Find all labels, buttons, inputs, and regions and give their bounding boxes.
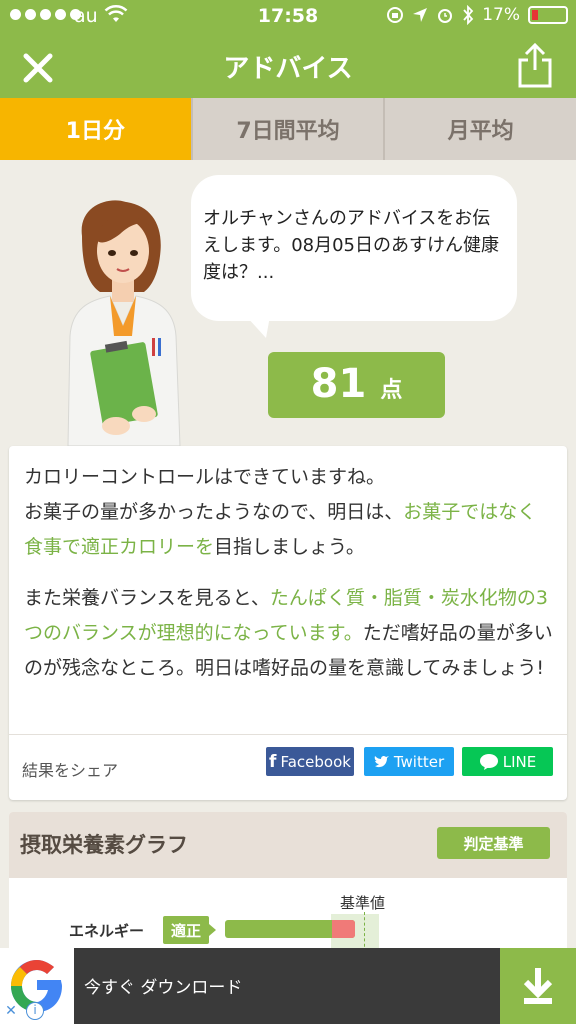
rotation-lock-icon <box>387 7 404 23</box>
ad-text: 今すぐ ダウンロード <box>84 978 243 998</box>
line-chat-icon <box>479 753 498 770</box>
bubble-text: オルチャンさんのアドバイスをお伝えします。08月05日のあすけん健康度は？... <box>203 208 500 283</box>
advice-card: カロリーコントロールはできていますね。 お菓子の量が多かったようなので、明日は、… <box>9 446 567 800</box>
download-icon <box>523 968 553 1004</box>
advice-line: お菓子の量が多かったようなので、明日は、 <box>24 501 404 523</box>
battery-icon <box>528 6 568 24</box>
advisor-illustration <box>67 200 181 446</box>
ad-close-icon[interactable]: ✕ <box>2 1002 20 1020</box>
score-value: 81 <box>310 361 367 407</box>
ad-info-icon[interactable]: i <box>26 1002 44 1020</box>
ad-banner[interactable]: ✕ i 今すぐ ダウンロード <box>0 948 576 1024</box>
judgement-badge-tail <box>209 924 216 936</box>
share-button[interactable] <box>516 42 554 88</box>
battery-percent: 17% <box>482 5 520 25</box>
reference-value-label: 基準値 <box>340 894 386 912</box>
health-score-badge: 81 点 <box>268 352 445 418</box>
advice-line: 目指しましょう。 <box>214 536 365 558</box>
over-intake-segment <box>332 920 355 938</box>
period-tabs: 1日分 7日間平均 月平均 <box>0 98 576 160</box>
share-icon <box>518 42 552 88</box>
twitter-label: Twitter <box>393 752 445 771</box>
status-bar: au 17:58 17% <box>0 0 576 34</box>
divider <box>9 734 567 735</box>
reference-line <box>364 912 365 952</box>
facebook-label: Facebook <box>280 752 351 771</box>
line-label: LINE <box>502 752 537 771</box>
bluetooth-icon <box>463 5 474 25</box>
line-share-button[interactable]: LINE <box>462 747 553 776</box>
criteria-button[interactable]: 判定基準 <box>437 827 550 859</box>
twitter-share-button[interactable]: Twitter <box>364 747 454 776</box>
advice-speech-bubble: オルチャンさんのアドバイスをお伝えします。08月05日のあすけん健康度は？... <box>191 175 517 321</box>
advice-line: カロリーコントロールはできていますね。 <box>24 466 386 488</box>
energy-intake-bar <box>225 920 355 938</box>
tab-monthly-average[interactable]: 月平均 <box>385 98 576 160</box>
score-unit: 点 <box>380 378 403 403</box>
share-label: 結果をシェア <box>22 761 119 780</box>
nutrient-graph-card: 摂取栄養素グラフ 判定基準 基準値 エネルギー 適正 <box>9 812 567 952</box>
nutrient-row-label: エネルギー <box>69 922 145 940</box>
tab-7day-average[interactable]: 7日間平均 <box>193 98 386 160</box>
alarm-icon <box>438 9 453 23</box>
judgement-badge: 適正 <box>163 916 209 944</box>
bubble-tail <box>246 316 270 338</box>
tab-1day[interactable]: 1日分 <box>0 98 193 160</box>
facebook-share-button[interactable]: f Facebook <box>266 747 354 776</box>
nav-bar: アドバイス <box>0 34 576 98</box>
advice-line: また栄養バランスを見ると、 <box>24 587 270 609</box>
download-button[interactable] <box>500 948 576 1024</box>
graph-title: 摂取栄養素グラフ <box>20 833 188 857</box>
location-icon <box>413 8 428 22</box>
advice-text: カロリーコントロールはできていますね。 お菓子の量が多かったようなので、明日は、… <box>24 460 554 702</box>
twitter-bird-icon <box>374 755 389 767</box>
page-title: アドバイス <box>223 54 353 84</box>
facebook-icon: f <box>269 751 277 772</box>
